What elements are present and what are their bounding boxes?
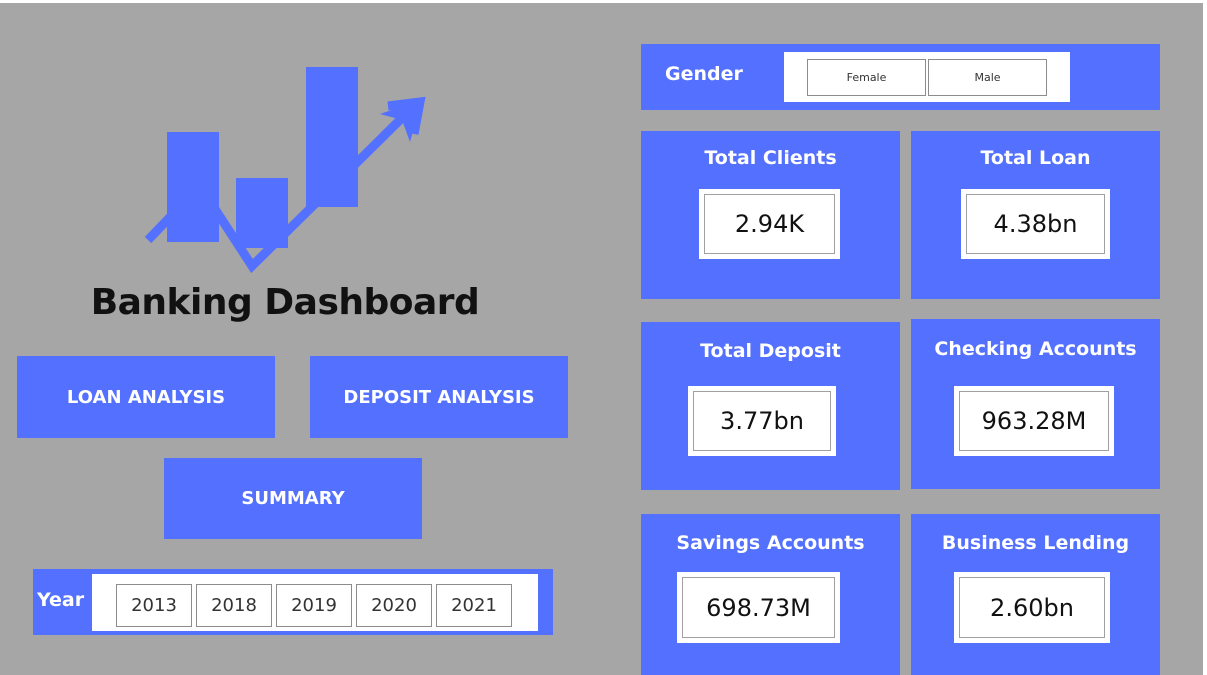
kpi-value: 3.77bn [693,391,831,451]
right-border [1203,0,1207,675]
kpi-value-box: 2.60bn [954,572,1110,643]
gender-option-male[interactable]: Male [928,59,1047,96]
year-option-2018[interactable]: 2018 [196,584,272,627]
deposit-analysis-button[interactable]: DEPOSIT ANALYSIS [310,356,568,438]
gender-option-female[interactable]: Female [807,59,926,96]
kpi-value-box: 3.77bn [688,386,836,456]
kpi-value: 963.28M [959,391,1109,451]
gender-filter: Gender Female Male [641,44,1160,110]
kpi-value: 698.73M [682,577,835,638]
kpi-value-box: 963.28M [954,386,1114,456]
kpi-label: Total Deposit [700,340,841,362]
kpi-card-total-deposit: Total Deposit 3.77bn [641,322,900,490]
bar-chart-growth-arrow-icon [144,67,426,274]
kpi-value-box: 4.38bn [961,189,1110,259]
year-filter: Year 2013 2018 2019 2020 2021 [33,569,553,635]
dashboard-title: Banking Dashboard [90,282,480,323]
summary-button[interactable]: SUMMARY [164,458,422,539]
gender-filter-options: Female Male [784,52,1070,102]
year-filter-label: Year [37,589,85,611]
kpi-value-box: 2.94K [699,189,840,259]
kpi-card-savings-accounts: Savings Accounts 698.73M [641,514,900,675]
kpi-value: 2.94K [704,194,835,254]
year-filter-options: 2013 2018 2019 2020 2021 [92,574,538,631]
kpi-label: Savings Accounts [676,532,865,554]
kpi-label: Business Lending [941,532,1130,554]
kpi-label: Checking Accounts [934,338,1137,360]
year-option-2013[interactable]: 2013 [116,584,192,627]
kpi-label: Total Loan [980,147,1091,169]
kpi-value: 4.38bn [966,194,1105,254]
kpi-card-checking-accounts: Checking Accounts 963.28M [911,319,1160,489]
gender-filter-label: Gender [665,63,743,85]
kpi-value-box: 698.73M [677,572,840,643]
kpi-label: Total Clients [704,147,837,169]
year-option-2021[interactable]: 2021 [436,584,512,627]
kpi-card-business-lending: Business Lending 2.60bn [911,514,1160,675]
top-border [0,0,1207,3]
kpi-card-total-clients: Total Clients 2.94K [641,131,900,299]
year-option-2019[interactable]: 2019 [276,584,352,627]
loan-analysis-button[interactable]: LOAN ANALYSIS [17,356,275,438]
year-option-2020[interactable]: 2020 [356,584,432,627]
kpi-card-total-loan: Total Loan 4.38bn [911,131,1160,299]
kpi-value: 2.60bn [959,577,1105,638]
